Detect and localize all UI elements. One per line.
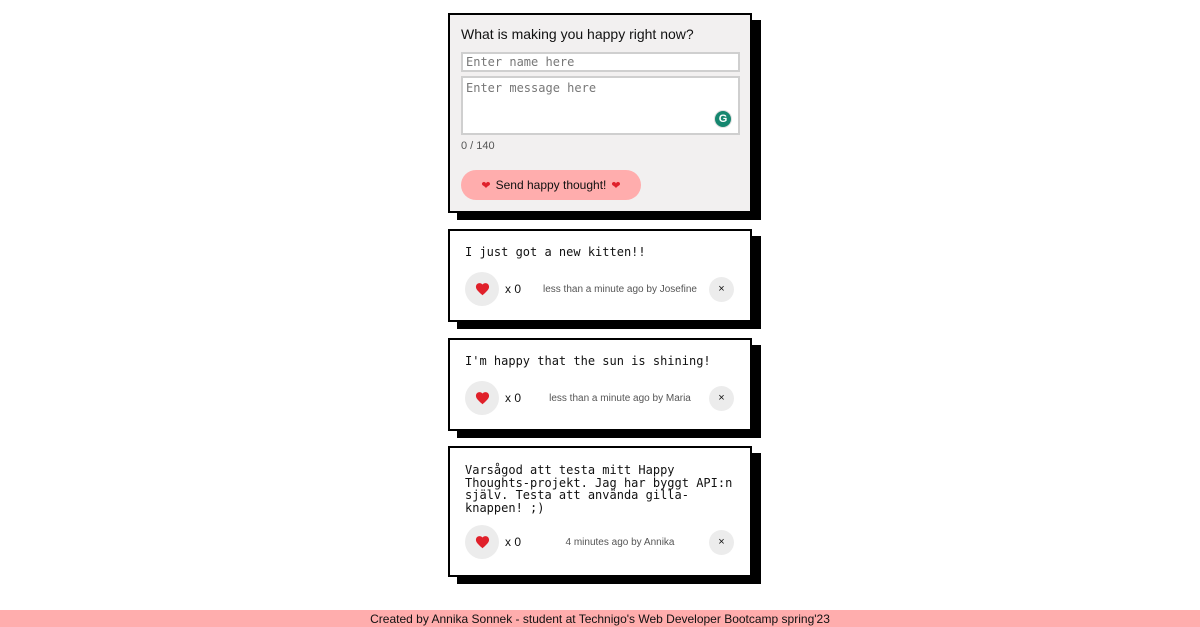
character-counter: 0 / 140 xyxy=(461,140,495,152)
like-count: x 0 xyxy=(505,282,522,296)
thought-card: I just got a new kitten!! x 0 less than … xyxy=(448,229,752,322)
grammarly-icon[interactable]: G xyxy=(714,110,732,128)
page: What is making you happy right now? G 0 … xyxy=(0,0,1200,627)
like-count: x 0 xyxy=(505,391,522,405)
close-icon: × xyxy=(718,392,725,404)
delete-button[interactable]: × xyxy=(709,529,734,555)
like-button[interactable] xyxy=(465,525,499,559)
name-input[interactable] xyxy=(461,52,740,72)
send-happy-thought-button[interactable]: ❤ Send happy thought! ❤ xyxy=(461,170,641,200)
thought-card: I'm happy that the sun is shining! x 0 l… xyxy=(448,338,752,431)
thought-footer: x 0 4 minutes ago by Annika × xyxy=(465,525,735,559)
message-field-wrapper: G xyxy=(461,76,740,135)
thought-card: Varsågod att testa mitt Happy Thoughts-p… xyxy=(448,446,752,577)
thought-message: I just got a new kitten!! xyxy=(465,245,646,259)
heart-icon xyxy=(475,536,489,549)
message-input[interactable] xyxy=(461,76,740,135)
heart-icon: ❤ xyxy=(611,179,621,192)
form-title: What is making you happy right now? xyxy=(461,26,694,42)
like-count: x 0 xyxy=(505,535,522,549)
thought-message: I'm happy that the sun is shining! xyxy=(465,354,711,368)
thought-footer: x 0 less than a minute ago by Maria × xyxy=(465,381,735,415)
send-button-label: Send happy thought! xyxy=(495,178,607,192)
heart-icon xyxy=(475,283,489,296)
thought-footer: x 0 less than a minute ago by Josefine × xyxy=(465,272,735,306)
footer-credit: Created by Annika Sonnek - student at Te… xyxy=(370,612,830,626)
heart-icon: ❤ xyxy=(481,179,491,192)
like-button[interactable] xyxy=(465,272,499,306)
thought-message: Varsågod att testa mitt Happy Thoughts-p… xyxy=(465,463,740,515)
delete-button[interactable]: × xyxy=(709,385,734,411)
thought-meta: less than a minute ago by Maria xyxy=(549,392,691,404)
thought-meta: 4 minutes ago by Annika xyxy=(565,536,675,548)
thought-meta: less than a minute ago by Josefine xyxy=(543,283,697,295)
delete-button[interactable]: × xyxy=(709,276,734,302)
happy-thought-form: What is making you happy right now? G 0 … xyxy=(448,13,752,213)
like-button[interactable] xyxy=(465,381,499,415)
close-icon: × xyxy=(718,536,725,548)
heart-icon xyxy=(475,392,489,405)
close-icon: × xyxy=(718,283,725,295)
page-footer: Created by Annika Sonnek - student at Te… xyxy=(0,610,1200,627)
